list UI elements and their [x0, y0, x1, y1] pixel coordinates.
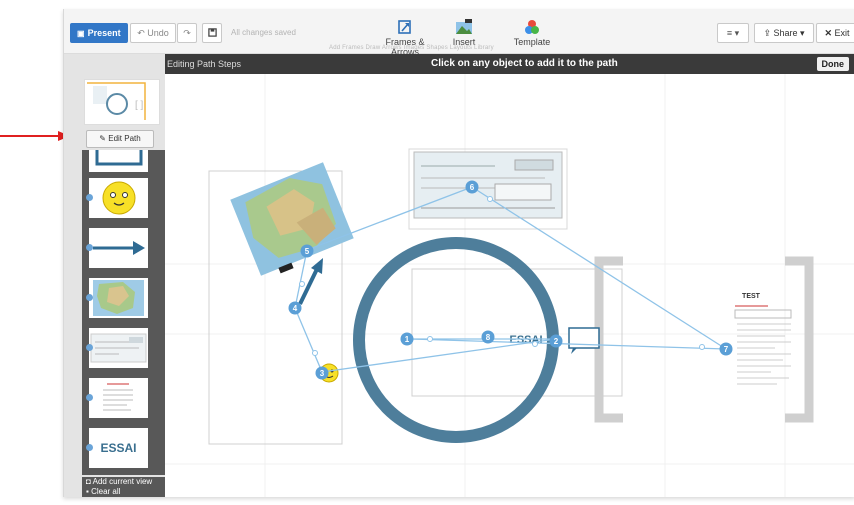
step-marker	[86, 444, 93, 451]
path-step-thumbnail[interactable]	[89, 150, 148, 172]
present-icon: ▣	[77, 29, 85, 38]
canvas-grid	[165, 74, 854, 497]
present-button[interactable]: ▣ Present	[70, 23, 128, 43]
svg-text:8: 8	[486, 333, 491, 342]
bracket-right	[785, 256, 814, 423]
cheque-image	[413, 151, 563, 219]
step-marker	[86, 344, 93, 351]
undo-button[interactable]: ↶ Undo	[130, 23, 176, 43]
redo-button[interactable]: ↷	[177, 23, 197, 43]
exit-button[interactable]: ✕ Exit	[816, 23, 854, 43]
trash-icon: ▪	[86, 487, 89, 496]
top-toolbar: ▣ Present ↶ Undo ↷ All changes saved Fram…	[64, 9, 854, 57]
save-button[interactable]	[202, 23, 222, 43]
arrow-right-icon	[93, 241, 145, 255]
map-thumbnail-icon	[93, 280, 144, 316]
step-marker	[86, 244, 93, 251]
path-step-thumbnail[interactable]	[86, 228, 148, 268]
share-button[interactable]: ⇪ Share ▾	[754, 23, 814, 43]
svg-text:2: 2	[554, 337, 559, 346]
sidebar-footer: ◘ Add current view ▪ Clear all	[82, 477, 165, 497]
redo-icon: ↷	[183, 28, 191, 38]
svg-text:4: 4	[293, 304, 298, 313]
pencil-icon: ✎	[99, 134, 106, 143]
svg-text:5: 5	[305, 247, 310, 256]
path-step-1: 1	[400, 332, 414, 346]
path-steps-list: ESSAI	[82, 150, 165, 475]
overview-preview-icon: [ ]	[87, 82, 146, 120]
step-marker	[86, 194, 93, 201]
svg-text:[ ]: [ ]	[135, 100, 144, 111]
insert-tool[interactable]: Insert	[444, 19, 484, 47]
done-button[interactable]: Done	[816, 57, 849, 71]
document-thumbnail-icon	[103, 383, 133, 411]
path-step-2: 2	[549, 334, 563, 348]
edit-path-button[interactable]: ✎ Edit Path	[86, 130, 154, 148]
step-marker	[86, 394, 93, 401]
smiley-icon	[102, 181, 136, 215]
template-icon	[525, 20, 539, 34]
path-step-thumbnail[interactable]	[86, 178, 148, 218]
test-doc-title: TEST	[742, 293, 761, 300]
add-current-view-button[interactable]: ◘ Add current view	[82, 477, 165, 487]
path-step-thumbnail[interactable]	[86, 378, 148, 418]
bracket-left	[594, 256, 623, 423]
annotation-arrow-icon	[0, 131, 70, 141]
path-step-6: 6	[465, 180, 479, 194]
undo-icon: ↶	[137, 28, 145, 38]
france-map-image	[230, 162, 354, 276]
toolbar-subtext: Add Frames Draw Arrows Images Shapes Lay…	[329, 45, 494, 51]
canvas-drawing: TEST ESSAI 1 2 3 4 5 6 7 8	[165, 74, 854, 497]
prezi-editor-window: ▣ Present ↶ Undo ↷ All changes saved Fram…	[63, 9, 854, 497]
path-step-5: 5	[300, 244, 314, 258]
editing-path-bar: Editing Path Steps Click on any object t…	[64, 54, 854, 74]
camera-icon: ◘	[86, 477, 91, 486]
save-status: All changes saved	[231, 28, 296, 37]
svg-text:6: 6	[470, 183, 475, 192]
path-instruction: Click on any object to add it to the pat…	[431, 58, 618, 69]
insert-image-icon	[456, 19, 472, 34]
overview-thumbnail[interactable]: [ ]	[84, 79, 160, 125]
speech-bubble-icon	[95, 150, 143, 166]
share-icon: ⇪	[763, 28, 771, 38]
close-icon: ✕	[824, 28, 832, 38]
presentation-canvas[interactable]: TEST ESSAI 1 2 3 4 5 6 7 8	[165, 74, 854, 497]
frames-arrows-icon	[398, 20, 411, 34]
clear-all-button[interactable]: ▪ Clear all	[82, 487, 165, 497]
svg-text:7: 7	[724, 345, 729, 354]
path-step-thumbnail[interactable]	[86, 328, 148, 368]
frames-arrows-tool[interactable]: Frames & Arrows	[373, 19, 437, 57]
menu-dropdown-button[interactable]: ≡ ▾	[717, 23, 749, 43]
thumb-essai-text: ESSAI	[100, 441, 137, 455]
path-step-4: 4	[288, 301, 302, 315]
menu-icon: ≡ ▾	[726, 28, 740, 38]
step-marker	[86, 294, 93, 301]
save-icon	[207, 28, 217, 37]
path-step-8: 8	[481, 330, 495, 344]
path-step-7: 7	[719, 342, 733, 356]
path-sidebar: [ ] ✎ Edit Path ESSAI ◘ Add current view…	[64, 54, 165, 497]
path-step-thumbnail[interactable]	[86, 278, 148, 318]
cheque-thumbnail-icon	[90, 333, 147, 363]
path-step-thumbnail[interactable]: ESSAI	[86, 428, 148, 468]
svg-text:1: 1	[405, 335, 410, 344]
path-step-3: 3	[315, 366, 329, 380]
template-tool[interactable]: Template	[509, 19, 555, 47]
test-document: TEST	[734, 293, 792, 385]
editing-path-title: Editing Path Steps	[167, 59, 242, 69]
svg-text:3: 3	[320, 369, 325, 378]
